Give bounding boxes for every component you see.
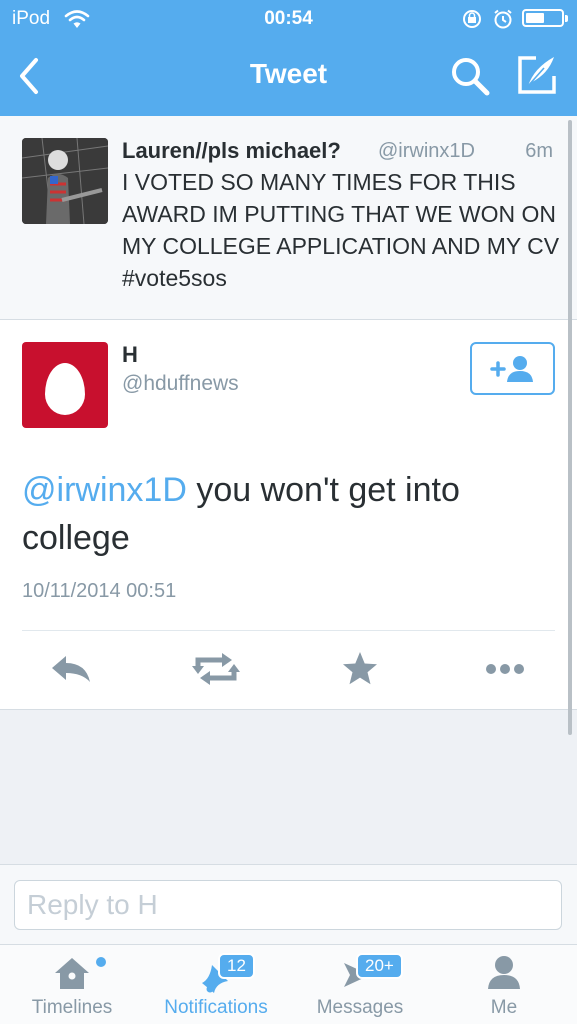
battery-icon	[522, 9, 568, 27]
tab-label: Timelines	[31, 997, 113, 1018]
reply-icon	[52, 656, 90, 682]
compose-icon	[518, 56, 556, 94]
add-user-icon	[490, 356, 533, 382]
retweet-button[interactable]	[188, 646, 244, 692]
person-icon	[488, 956, 520, 989]
clock: 00:54	[264, 8, 313, 29]
rotation-lock-icon	[462, 9, 484, 34]
favorite-button[interactable]	[332, 646, 388, 692]
author-name[interactable]: Lauren//pls michael?	[122, 138, 341, 164]
tweet-text: @irwinx1D you won't get into college	[22, 466, 552, 562]
tweet-text: I VOTED SO MANY TIMES FOR THIS AWARD IM …	[122, 169, 560, 291]
reply-input[interactable]	[14, 880, 562, 930]
retweet-icon	[192, 653, 240, 685]
search-button[interactable]	[448, 54, 492, 98]
more-icon	[486, 664, 524, 674]
status-bar: iPod 00:54	[0, 0, 577, 38]
tab-label: Messages	[316, 997, 404, 1018]
divider	[22, 630, 555, 631]
tab-label: Notifications	[164, 997, 268, 1018]
mention-link[interactable]: @irwinx1D	[22, 471, 187, 509]
tab-bar: Timelines 12 Notifications 20+ Messages …	[0, 944, 577, 1024]
egg-avatar-icon	[45, 363, 85, 415]
parent-tweet[interactable]: Lauren//pls michael? @irwinx1D 6m I VOTE…	[0, 116, 577, 320]
tab-timelines[interactable]: Timelines	[0, 945, 144, 1024]
tab-label: Me	[490, 997, 518, 1018]
messages-badge: 20+	[356, 953, 403, 979]
author-handle[interactable]: @hduffnews	[122, 372, 239, 396]
follow-button[interactable]	[470, 342, 555, 395]
avatar[interactable]	[22, 342, 108, 428]
author-name[interactable]: H	[122, 342, 138, 368]
tab-messages[interactable]: 20+ Messages	[288, 945, 432, 1024]
more-button[interactable]	[477, 646, 533, 692]
timestamp: 10/11/2014 00:51	[22, 580, 177, 602]
avatar[interactable]	[22, 138, 108, 224]
alarm-icon	[492, 9, 514, 34]
home-icon	[55, 958, 89, 989]
tweet-age: 6m	[525, 140, 553, 162]
search-icon	[452, 58, 490, 96]
tab-notifications[interactable]: 12 Notifications	[144, 945, 288, 1024]
compose-button[interactable]	[514, 52, 560, 98]
main-tweet: H @hduffnews @irwinx1D you won't get int…	[0, 320, 577, 710]
scrollbar[interactable]	[568, 120, 572, 735]
favorite-icon	[343, 652, 377, 685]
reply-button[interactable]	[44, 646, 100, 692]
header: iPod 00:54 Tweet	[0, 0, 577, 116]
tab-me[interactable]: Me	[432, 945, 576, 1024]
reply-bar	[0, 864, 577, 944]
unread-dot	[96, 957, 106, 967]
author-handle[interactable]: @irwinx1D	[378, 140, 475, 163]
notifications-badge: 12	[218, 953, 255, 979]
